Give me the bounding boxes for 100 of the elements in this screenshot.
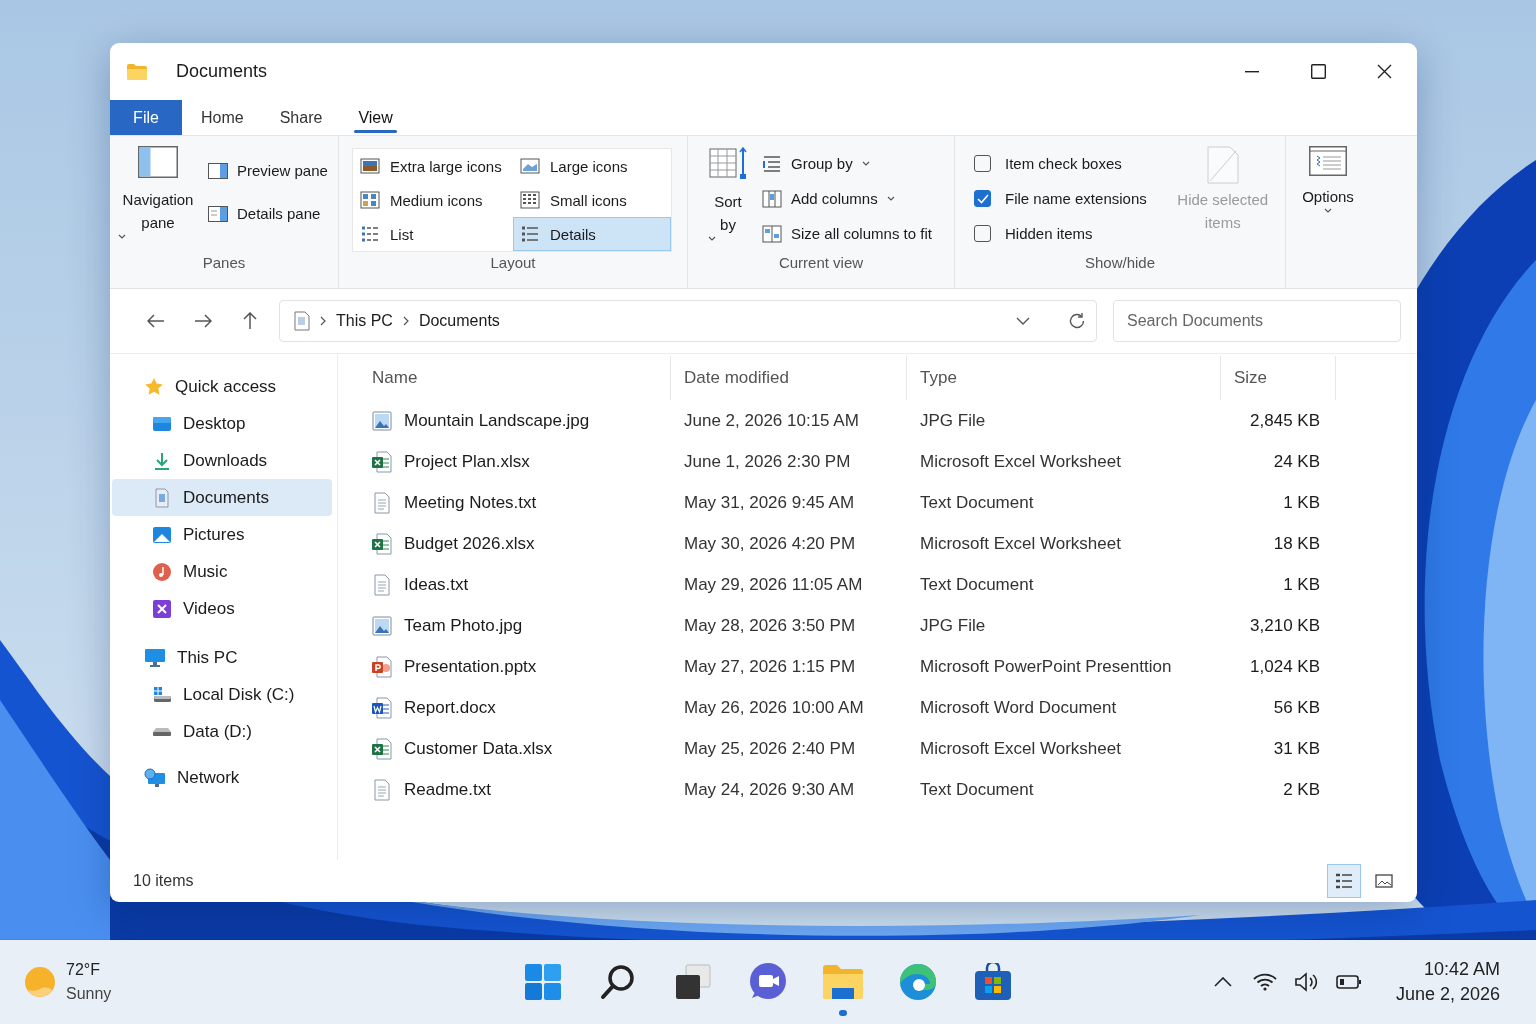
presentation-icon: [372, 655, 392, 678]
file-name: Project Plan.xlsx: [404, 451, 530, 472]
size-cell: 2,845 KB: [1250, 410, 1320, 430]
file-name: Report.docx: [404, 697, 496, 718]
sidebar-item[interactable]: Documents: [112, 479, 332, 516]
star-icon: [144, 376, 164, 397]
text-file-icon: [372, 778, 392, 801]
preview-pane-button[interactable]: Preview pane: [204, 153, 332, 188]
group-label: Layout: [490, 254, 536, 271]
column-header[interactable]: Type: [920, 368, 957, 388]
chevron-up-icon: [1213, 977, 1232, 987]
layout-option[interactable]: Large icons: [513, 149, 671, 183]
caret-icon: [708, 236, 716, 241]
ribbon-tab[interactable]: Share: [261, 100, 341, 135]
layout-option[interactable]: Extra large icons: [353, 149, 513, 183]
column-header[interactable]: Date modified: [684, 368, 789, 388]
checkbox-label: File name extensions: [1005, 190, 1147, 207]
group-label: Panes: [202, 254, 246, 271]
type-cell: Text Document: [920, 492, 1034, 512]
date-cell: May 28, 2026 3:50 PM: [684, 615, 856, 635]
layout-option[interactable]: Medium icons: [353, 183, 513, 217]
size-cell: 3,210 KB: [1250, 615, 1320, 635]
size-cell: 24 KB: [1273, 451, 1320, 471]
checkbox-label: Hidden items: [1005, 225, 1093, 242]
checkbox[interactable]: [974, 155, 991, 172]
close-icon: [1376, 64, 1392, 79]
layout-option[interactable]: Details: [513, 217, 671, 251]
sort-by-button[interactable]: Sort by: [708, 146, 748, 254]
ribbon-tab[interactable]: View: [340, 100, 411, 135]
ribbon-tab[interactable]: File: [110, 100, 182, 135]
sidebar-item[interactable]: Data (D:): [112, 713, 332, 750]
image-file-icon: [372, 614, 392, 637]
extra-large-icons-icon: [360, 158, 380, 174]
refresh-icon: [1068, 312, 1086, 330]
sidebar-item[interactable]: This PC: [112, 639, 332, 676]
details-pane-icon: [208, 205, 228, 222]
file-name: Meeting Notes.txt: [404, 492, 537, 513]
column-header[interactable]: Name: [372, 368, 418, 388]
caret-icon: [118, 234, 126, 239]
date-cell: May 27, 2026 1:15 PM: [684, 656, 856, 676]
breadcrumb-item[interactable]: This PC: [336, 312, 393, 330]
image-icon: [152, 524, 172, 545]
type-cell: Text Document: [920, 779, 1034, 799]
add-columns-icon: [762, 189, 782, 208]
sidebar-item[interactable]: Downloads: [112, 442, 332, 479]
video-icon: [152, 598, 172, 619]
medium-icons-icon: [360, 191, 380, 209]
sidebar-item[interactable]: Quick access: [112, 368, 332, 405]
list-icon: [360, 225, 380, 243]
temperature: 72°F: [66, 960, 101, 980]
sidebar-item[interactable]: Desktop: [112, 405, 332, 442]
breadcrumb-item[interactable]: Documents: [418, 312, 500, 330]
sidebar-item[interactable]: Local Disk (C:): [112, 676, 332, 713]
file-name: Ideas.txt: [404, 574, 469, 595]
sidebar-item[interactable]: Pictures: [112, 516, 332, 553]
layout-option[interactable]: Small icons: [513, 183, 671, 217]
type-cell: Microsoft Excel Worksheet: [920, 738, 1121, 758]
group-by-button[interactable]: Group by: [758, 146, 874, 181]
details-view-button[interactable]: [1327, 864, 1361, 898]
minimize-icon: [1245, 70, 1259, 73]
file-name: Mountain Landscape.jpg: [404, 410, 590, 431]
details-pane-button[interactable]: Details pane: [204, 196, 325, 231]
date-cell: May 29, 2026 11:05 AM: [684, 574, 863, 594]
date-cell: June 2, 2026 10:15 AM: [684, 410, 859, 430]
hide-selected-icon: [1206, 146, 1239, 184]
options-icon: [1309, 146, 1347, 176]
maximize-icon: [1310, 64, 1326, 79]
file-name: Budget 2026.xlsx: [404, 533, 535, 554]
chat-icon: [748, 962, 788, 1002]
search-field[interactable]: Search Documents: [1113, 300, 1401, 342]
file-name: Customer Data.xlsx: [404, 738, 553, 759]
date-cell: May 26, 2026 10:00 AM: [684, 697, 864, 717]
size-cell: 2 KB: [1283, 779, 1320, 799]
size-columns-button[interactable]: Size all columns to fit: [758, 216, 936, 251]
file-name: Team Photo.jpg: [404, 615, 523, 636]
type-cell: Microsoft Excel Worksheet: [920, 533, 1121, 553]
word-document-icon: [372, 696, 392, 719]
layout-option[interactable]: List: [353, 217, 513, 251]
add-columns-button[interactable]: Add columns: [758, 181, 899, 216]
ribbon-tab[interactable]: Home: [183, 100, 262, 135]
network-icon: [144, 767, 166, 788]
preview-pane-icon: [208, 162, 228, 179]
checkbox-label: Item check boxes: [1005, 155, 1122, 172]
sidebar-item[interactable]: Videos: [112, 590, 332, 627]
browser-icon: [898, 962, 938, 1002]
clock-date[interactable]: June 2, 2026: [1395, 982, 1500, 1007]
sidebar-item[interactable]: Music: [112, 553, 332, 590]
options-button[interactable]: Options: [1302, 146, 1354, 288]
clock-time[interactable]: 10:42 AM: [1423, 957, 1500, 982]
sidebar-item[interactable]: Network: [112, 759, 332, 796]
navigation-pane-button[interactable]: Navigation pane: [118, 146, 198, 254]
size-cell: 31 KB: [1273, 738, 1320, 758]
date-cell: June 1, 2026 2:30 PM: [684, 451, 851, 471]
column-header[interactable]: Size: [1234, 368, 1268, 388]
checkbox[interactable]: [974, 190, 991, 207]
checkbox[interactable]: [974, 225, 991, 242]
address-bar[interactable]: This PC Documents: [279, 300, 1097, 342]
large-icons-view-icon: [1375, 873, 1393, 889]
small-icons-icon: [520, 191, 540, 209]
type-cell: JPG File: [920, 615, 986, 635]
